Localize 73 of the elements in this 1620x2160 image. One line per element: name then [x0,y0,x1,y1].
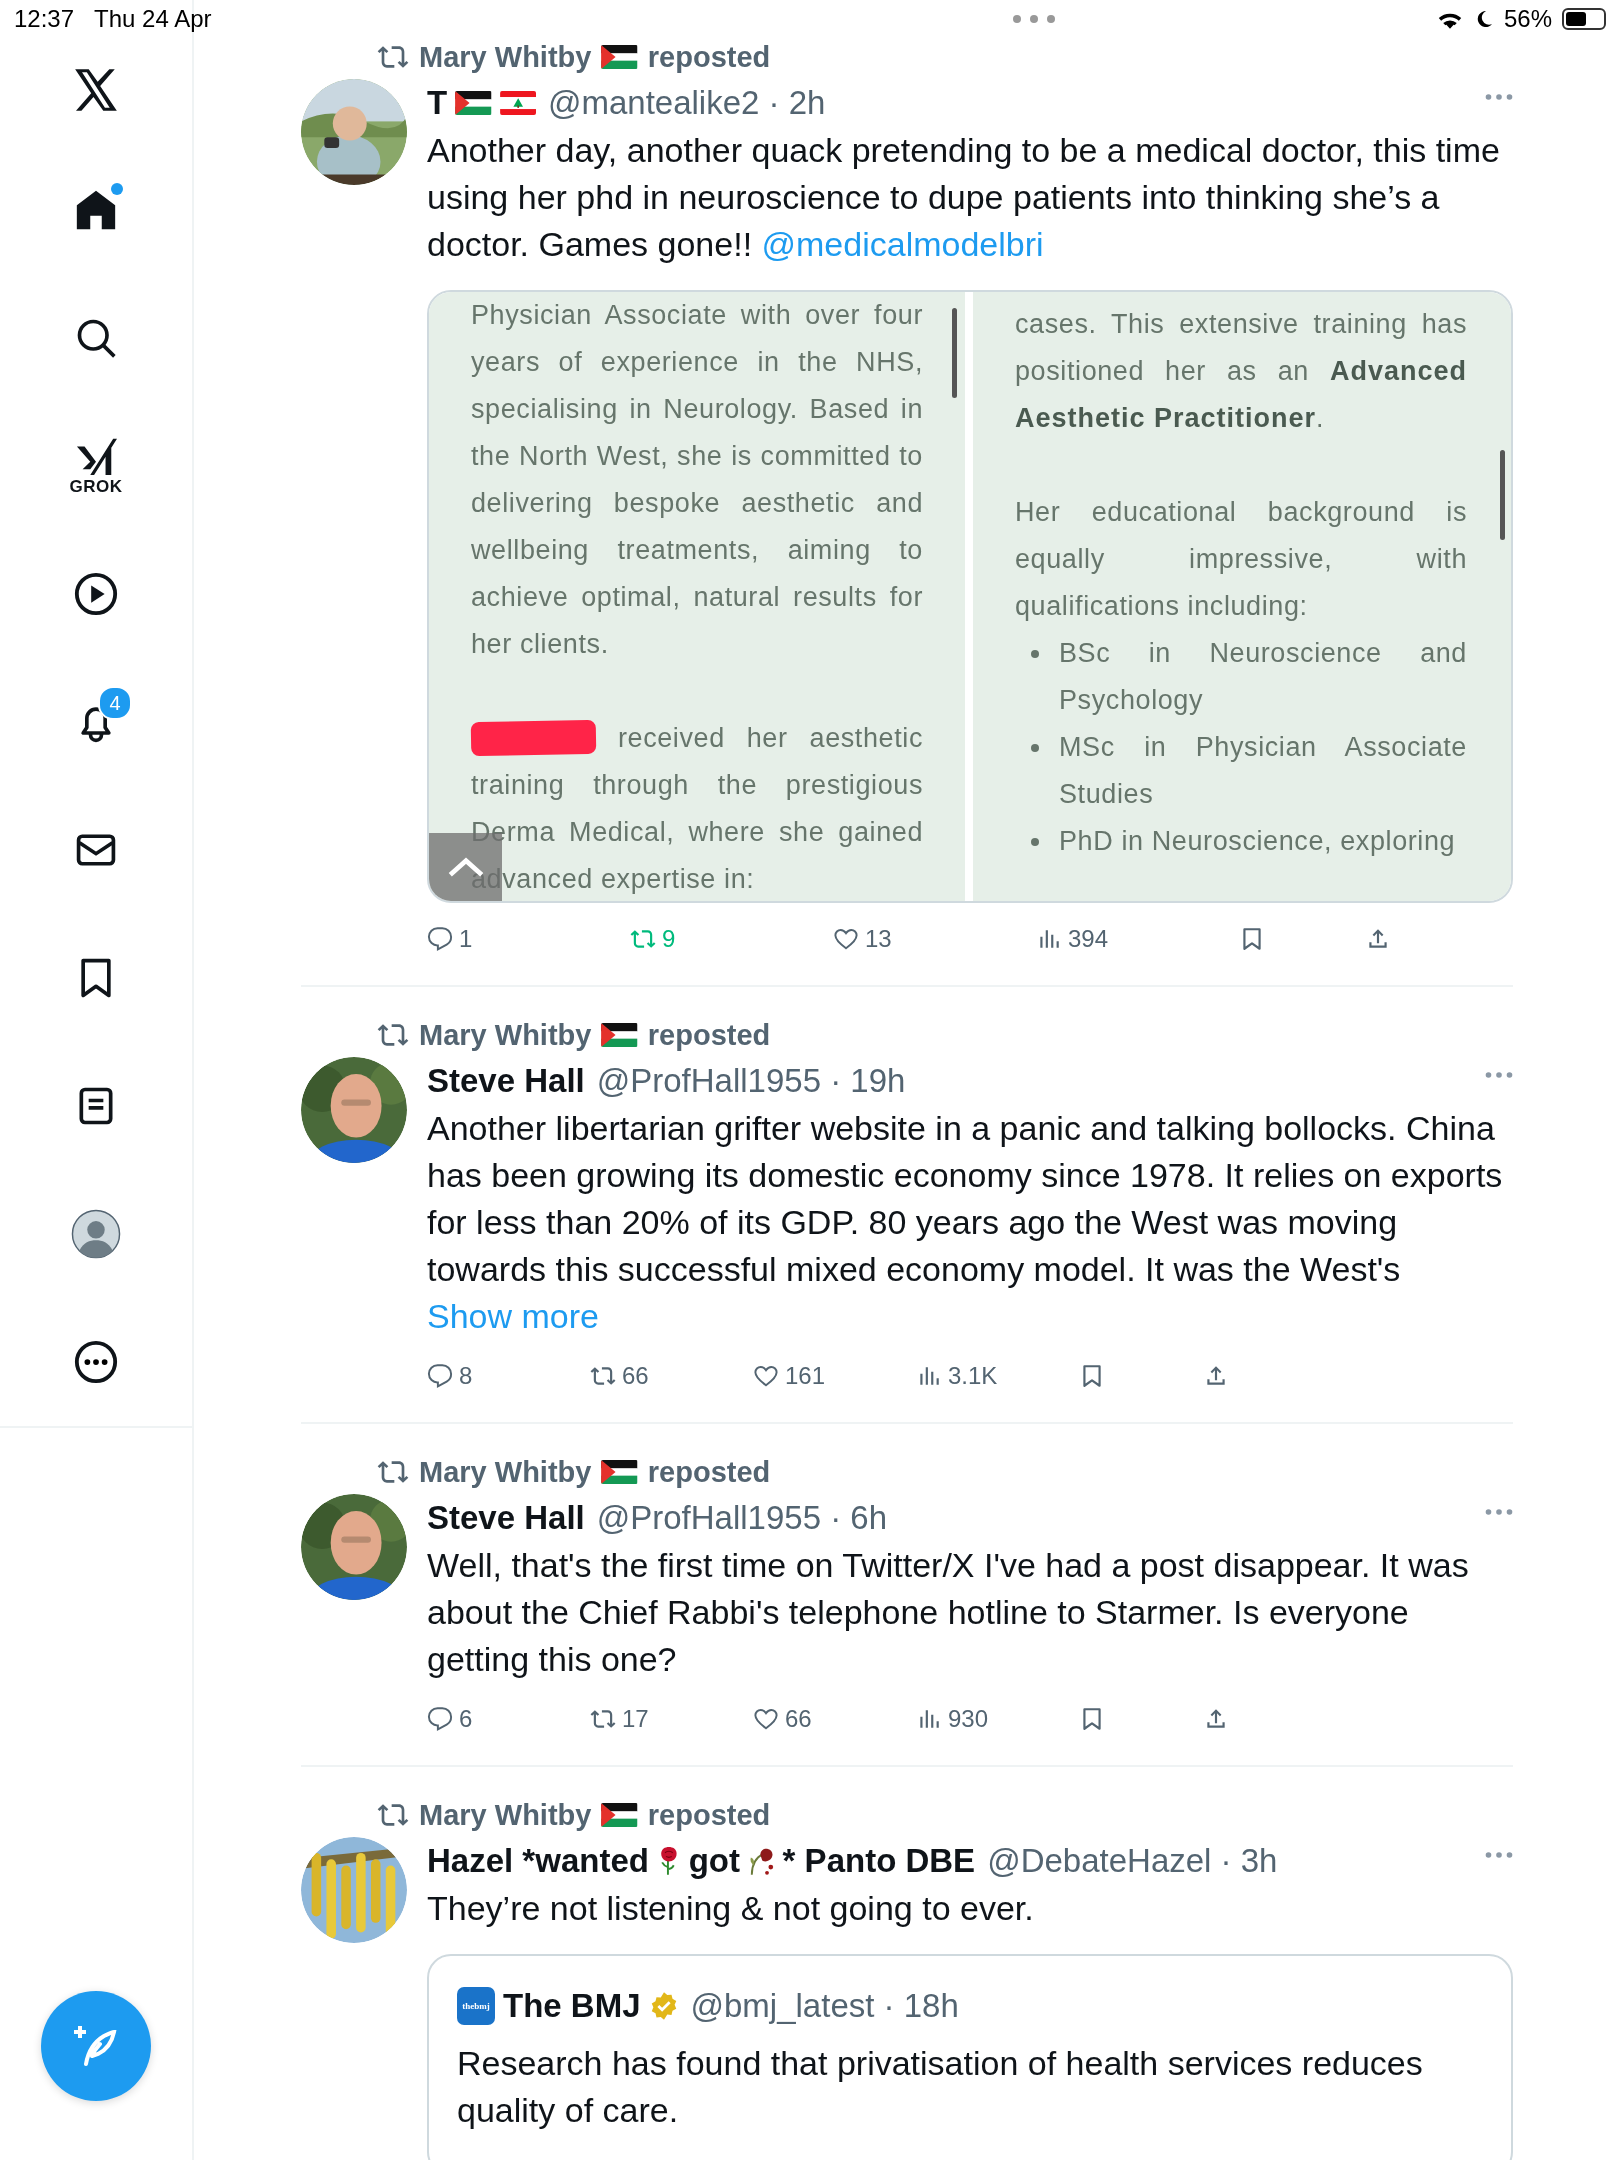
notification-count: 4 [98,686,132,720]
quoted-text: Research has found that privatisation of health services reduces quality of care. [457,2043,1424,2131]
reply-button[interactable]: 1 [427,925,630,953]
reposter-name: Mary Whitby [419,1018,592,1052]
scrollbar[interactable] [952,308,957,398]
reposter-name: Mary Whitby [419,1798,592,1832]
reposter-name: Mary Whitby [419,40,592,74]
clock-time: 12:37 [14,5,75,33]
bullet-item: BSc in Neuroscience and Psychology [1015,630,1467,724]
scrollbar[interactable] [1500,450,1505,540]
repost-label: reposted [647,1798,771,1832]
flag-icon [601,1459,638,1485]
handle-and-time: @ProfHall1955 · 6h [596,1499,888,1537]
battery-percentage: 56% [1503,5,1552,33]
handle-and-time: @mantealike2 · 2h [547,84,826,122]
avatar-icon[interactable] [71,1209,121,1259]
author-name: Hazel *wanted [427,1842,649,1880]
views-button[interactable]: 394 [1036,925,1239,953]
flag-icon [601,44,638,70]
flag-icon [455,90,492,116]
views-button[interactable]: 3.1K [916,1362,1079,1390]
author-name: Steve Hall [427,1499,585,1537]
like-button[interactable]: 161 [753,1362,916,1390]
date: Thu 24 Apr [94,5,212,33]
author-name: Steve Hall [427,1062,585,1100]
play-icon[interactable] [73,571,119,617]
like-icon [833,926,859,952]
reply-icon [427,926,453,952]
tweet-text: Another day, another quack pretending to be a medical doctor, this time using her phd in neuroscience to dupe patients into thinking she’s a doctor. Games gone!! @medicalmodelbri [427,130,1501,265]
quoted-tweet[interactable]: thebmj The BMJ @bmj_latest · 18h Research has found that privatisation of health services reduces quality of care. [427,1954,1513,2160]
flag-icon [499,90,536,116]
more-options-icon [1485,1071,1513,1079]
reposter-name: Mary Whitby [419,1455,592,1489]
author-name: got [688,1842,740,1880]
logo-icon: thebmj [457,1987,495,2025]
more-options-icon [1485,93,1513,101]
handle-and-time: @ProfHall1955 · 19h [596,1062,906,1100]
like-button[interactable]: 13 [833,925,1036,953]
author-name: The BMJ [503,1987,641,2025]
grok-label: GROK [69,477,123,497]
repost-button[interactable]: 17 [590,1705,753,1733]
tweet-text: Another libertarian grifter website in a panic and talking bollocks. China has been growing its domestic economy since 1978. It relies on exports for less than 20% of its GDP. 80 years ago the West was moving towards this successful mixed economy model. It was the West's Show more [427,1108,1504,1337]
repost-label: reposted [647,40,771,74]
reply-button[interactable]: 8 [427,1362,590,1390]
reply-button[interactable]: 6 [427,1705,590,1733]
tweet-text: They’re not listening & not going to ever. [427,1888,1035,1929]
reply-icon [427,1363,453,1389]
document-paragraph: Physician Associate with over four years of experience in the NHS, specialising in Neurology. Based in the North West, she is committed to delivering bespoke aesthetic and wellbeing treatments, aiming to achieve optimal, natural results for her clients. [471,299,923,661]
battery-icon [1562,8,1606,30]
bullet-item: PhD in Neuroscience, exploring [1015,818,1467,865]
grok-tab[interactable]: GROK [69,435,123,497]
like-icon [753,1706,779,1732]
tweet-text: Well, that's the first time on Twitter/X I've had a post disappear. It was about the Chief Rabbi's telephone hotline to Starmer. Is everyone getting this one? [427,1545,1470,1680]
repost-label: reposted [647,1455,771,1489]
handle-and-time: @DebateHazel · 3h [987,1842,1278,1880]
bullet-item: MSc in Physician Associate Studies [1015,724,1467,818]
more-options-icon [1485,1508,1513,1516]
flag-icon [601,1022,638,1048]
repost-label: reposted [647,1018,771,1052]
multitasking-dots-icon [1011,14,1056,24]
more-options-icon [1485,1851,1513,1859]
author-name: * Panto DBE [782,1842,976,1880]
author-name: T [427,84,448,122]
more-icon[interactable] [73,1339,119,1385]
flag-icon [601,1802,638,1828]
like-icon [753,1363,779,1389]
document-paragraph: Her educational background is equally impressive, with qualifications including: [1015,496,1467,623]
handle-and-time: @bmj_latest · 18h [690,1987,959,2025]
reply-icon [427,1706,453,1732]
document-paragraph: cases. This extensive training has positioned her as an Advanced Aesthetic Practitioner. [1015,308,1467,435]
like-button[interactable]: 66 [753,1705,916,1733]
views-button[interactable]: 930 [916,1705,1079,1733]
repost-button[interactable]: 66 [590,1362,753,1390]
